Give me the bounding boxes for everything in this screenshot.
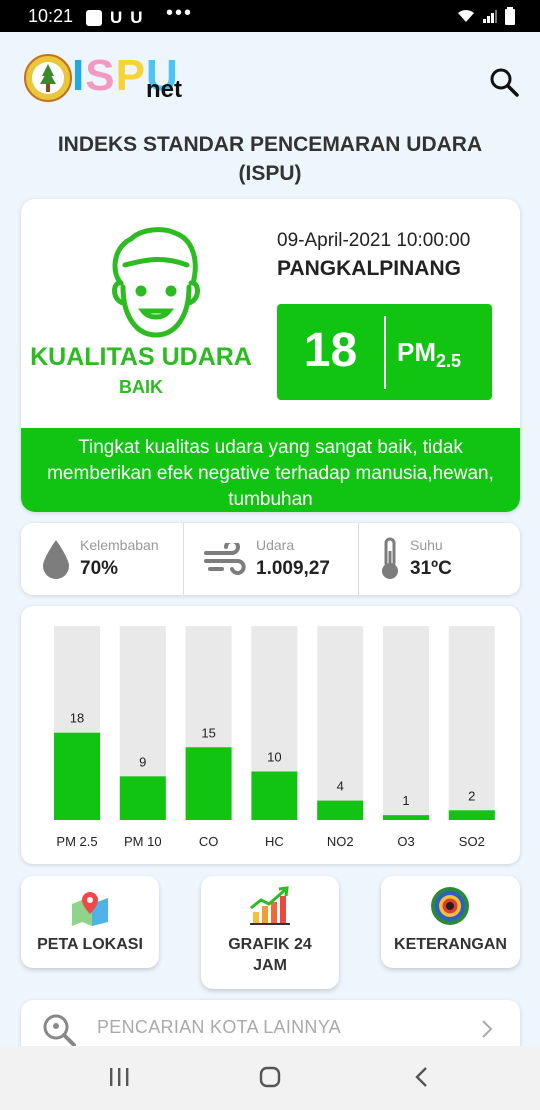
bar <box>119 776 166 820</box>
bar-group: 18 PM 2.5 <box>54 626 100 849</box>
bar-value-label: 18 <box>70 711 84 726</box>
quality-label: KUALITAS UDARA <box>30 343 252 371</box>
temperature-value: 31ºC <box>410 558 452 579</box>
pressure-cell: Udara 1.009,27 <box>184 523 358 595</box>
dominant-pollutant: PM2.5 <box>397 337 461 372</box>
bar <box>448 810 495 820</box>
temperature-label: Suhu <box>410 537 443 553</box>
thermometer-icon <box>382 537 398 579</box>
category-label: HC <box>265 834 284 849</box>
bar <box>383 815 429 820</box>
bar-group: 9 PM 10 <box>119 626 166 849</box>
value-divider <box>384 316 386 389</box>
bar-value-label: 15 <box>201 725 215 740</box>
battery-icon <box>505 7 515 25</box>
bar-group: 1 O3 <box>383 626 429 849</box>
bar <box>54 732 100 820</box>
status-time: 10:21 <box>28 6 74 26</box>
legend-label: KETERANGAN <box>394 936 507 953</box>
ispu-value-box: 18 PM2.5 <box>277 304 492 400</box>
temperature-cell: Suhu 31ºC <box>359 523 520 595</box>
bar-value-label: 2 <box>468 788 475 803</box>
humidity-cell: Kelembaban 70% <box>21 523 183 595</box>
category-label: SO2 <box>459 834 485 849</box>
more-notifications-icon: ••• <box>166 2 194 24</box>
page-title: INDEKS STANDAR PENCEMARAN UDARA (ISPU) <box>57 133 483 185</box>
color-legend-icon <box>431 887 469 925</box>
category-label: CO <box>199 834 219 849</box>
ispu-value: 18 <box>303 324 358 377</box>
map-location-label: PETA LOKASI <box>37 936 143 953</box>
logo-letter: P <box>115 51 146 100</box>
bar-group: 4 NO2 <box>317 626 364 849</box>
water-drop-icon <box>43 540 69 579</box>
humidity-label: Kelembaban <box>80 537 159 553</box>
bar-track <box>383 626 429 820</box>
measurement-datetime: 09-April-2021 10:00:00 <box>277 230 471 251</box>
pressure-value: 1.009,27 <box>256 558 330 579</box>
notification-glyph: U <box>110 8 123 27</box>
bar <box>251 771 298 820</box>
wind-icon <box>204 543 246 575</box>
legend-button[interactable]: KETERANGAN <box>381 876 520 968</box>
ministry-emblem-icon <box>24 54 72 102</box>
bar-value-label: 9 <box>139 754 146 769</box>
pressure-label: Udara <box>256 537 295 553</box>
city-search-placeholder: PENCARIAN KOTA LAINNYA <box>97 1017 341 1037</box>
happy-face-icon <box>112 227 200 338</box>
bar <box>317 800 364 820</box>
humidity-value: 70% <box>80 558 119 579</box>
bar-group: 2 SO2 <box>448 626 495 849</box>
app-notification-icon <box>86 10 102 26</box>
wifi-icon <box>458 9 474 22</box>
chart-24h-label: GRAFIK 24 JAM <box>228 936 312 974</box>
quality-description: Tingkat kualitas udara yang sangat baik,… <box>21 428 520 512</box>
chevron-right-icon <box>482 1020 492 1038</box>
map-location-button[interactable]: PETA LOKASI <box>21 876 159 968</box>
back-icon[interactable] <box>414 1066 428 1088</box>
app-header: ISPU net <box>0 32 540 132</box>
recent-apps-icon[interactable] <box>108 1067 130 1087</box>
chart-24h-button[interactable]: GRAFIK 24 JAM <box>201 876 339 989</box>
status-bar: 10:21 U U ••• <box>0 0 540 32</box>
category-label: PM 10 <box>124 834 162 849</box>
bar-chart-icon <box>250 886 290 925</box>
category-label: O3 <box>397 834 414 849</box>
notification-glyph: U <box>130 8 143 27</box>
logo-letter: I <box>72 51 86 100</box>
notification-icons: U U <box>86 8 143 28</box>
air-quality-card: KUALITAS UDARA BAIK 09-April-2021 10:00:… <box>21 199 520 512</box>
pollutant-subscript: 2.5 <box>436 351 462 371</box>
city-name: PANGKALPINANG <box>277 257 461 280</box>
bar-group: 10 HC <box>251 626 298 849</box>
bar-value-label: 10 <box>267 750 281 765</box>
pollutant-bar-chart: 18 PM 2.5 9 PM 10 15 CO 10 HC 4 NO2 1 O3 2 SO2 <box>54 626 495 849</box>
category-label: PM 2.5 <box>56 834 97 849</box>
bar-value-label: 1 <box>402 793 409 808</box>
home-icon[interactable] <box>259 1066 281 1088</box>
logo-letter: S <box>85 51 116 100</box>
weather-card: Kelembaban 70% Udara 1.009,27 Suhu 31ºC <box>21 523 520 595</box>
bar-group: 15 CO <box>185 626 232 849</box>
logo-suffix: net <box>146 76 182 103</box>
map-pin-icon <box>72 892 108 926</box>
search-location-icon <box>43 1014 76 1047</box>
signal-icon <box>483 10 497 23</box>
bar-value-label: 4 <box>337 779 344 794</box>
quality-category: BAIK <box>119 377 163 397</box>
category-label: NO2 <box>327 834 354 849</box>
pollutant-chart-card: 18 PM 2.5 9 PM 10 15 CO 10 HC 4 NO2 1 O3 2 SO2 <box>21 606 520 864</box>
system-navigation-bar <box>0 1046 540 1110</box>
status-indicators <box>456 7 516 25</box>
pollutant-name: PM <box>397 337 436 367</box>
search-icon[interactable] <box>488 66 520 98</box>
bar <box>185 747 232 820</box>
